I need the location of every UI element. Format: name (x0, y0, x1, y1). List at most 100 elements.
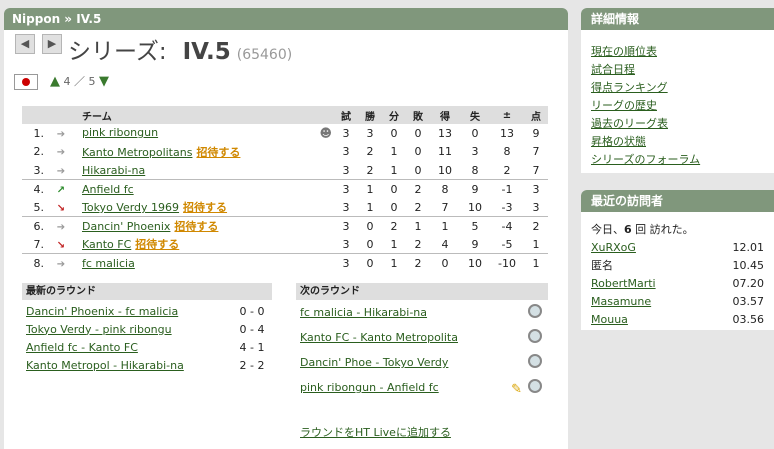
stat-w: 2 (366, 163, 374, 177)
invite-link[interactable]: 招待する (174, 220, 218, 233)
match-link[interactable]: Kanto FC - Kanto Metropolita (300, 331, 458, 344)
details-link[interactable]: リーグの歴史 (591, 99, 657, 112)
match-link[interactable]: Kanto Metropol - Hikarabi-na (26, 359, 184, 372)
details-link[interactable]: 試合日程 (591, 63, 635, 76)
magnifier-icon[interactable] (528, 329, 542, 343)
stat-d: 0 (390, 200, 398, 214)
match-link[interactable]: Tokyo Verdy - pink ribongu (26, 323, 172, 336)
next-match-row: Dancin' Phoe - Tokyo Verdy (296, 350, 548, 375)
visitor-row: Masamune 03.57 (581, 292, 774, 310)
details-link[interactable]: 昇格の状態 (591, 135, 646, 148)
col-won: 勝 (358, 106, 382, 124)
level-up-icon[interactable]: ▲ (50, 74, 60, 89)
stat-gf: 1 (430, 216, 460, 235)
latest-match-row: Dancin' Phoenix - fc malicia 0 - 0 (22, 302, 272, 320)
position: 8. (22, 253, 46, 272)
latest-match-row: Tokyo Verdy - pink ribongu 0 - 4 (22, 320, 272, 338)
match-link[interactable]: Dancin' Phoe - Tokyo Verdy (300, 356, 448, 369)
add-round-to-ht-live-link[interactable]: ラウンドをHT Liveに追加する (300, 426, 451, 439)
next-series-button[interactable]: ▶ (42, 34, 62, 54)
col-played: 試 (334, 106, 358, 124)
invite-link[interactable]: 招待する (196, 146, 240, 159)
details-link[interactable]: シリーズのフォーラム (591, 153, 700, 166)
stat-w: 2 (366, 145, 374, 159)
team-link[interactable]: Kanto FC (82, 238, 131, 251)
stat-gf: 0 (430, 253, 460, 272)
stat-p: 3 (342, 163, 350, 177)
visitors-title: 最近の訪問者 (581, 190, 774, 212)
stat-gf: 4 (441, 237, 449, 251)
match-link[interactable]: Dancin' Phoenix - fc malicia (26, 305, 178, 318)
stat-d: 1 (390, 163, 398, 177)
stat-pts: 7 (532, 145, 540, 159)
stat-l: 2 (414, 200, 422, 214)
visit-time: 03.56 (732, 312, 765, 326)
latest-match-row: Kanto Metropol - Hikarabi-na 2 - 2 (22, 356, 272, 374)
team-link[interactable]: fc malicia (82, 257, 135, 270)
col-team: チーム (76, 106, 334, 124)
invite-link[interactable]: 招待する (183, 201, 227, 214)
details-link[interactable]: 得点ランキング (591, 81, 668, 94)
stat-pts: 9 (532, 126, 540, 140)
trend-same-icon: ➔ (56, 128, 66, 140)
stat-ga: 0 (471, 126, 479, 140)
team-link[interactable]: Kanto Metropolitans (82, 146, 192, 159)
magnifier-icon[interactable] (528, 354, 542, 368)
trend-up-icon: ↗ (56, 184, 66, 196)
stat-l: 0 (414, 126, 422, 140)
visitor-name[interactable]: RobertMarti (591, 277, 656, 290)
add-supporter-icon[interactable]: ☻ (319, 126, 332, 140)
stat-diff: -1 (490, 179, 524, 198)
stat-pts: 3 (532, 200, 540, 214)
japan-flag-icon[interactable] (14, 74, 38, 90)
team-link[interactable]: pink ribongun (82, 126, 158, 139)
stat-d: 1 (390, 145, 398, 159)
position: 7. (33, 237, 45, 251)
page-title: シリーズ: IV.5 (65460) (68, 32, 292, 66)
level-down-icon[interactable]: ▼ (99, 74, 109, 89)
details-title: 詳細情報 (581, 8, 774, 30)
match-link[interactable]: pink ribongun - Anfield fc (300, 381, 439, 394)
invite-link[interactable]: 招待する (135, 238, 179, 251)
stat-ga: 8 (471, 163, 479, 177)
stat-l: 0 (414, 145, 422, 159)
trend-down-icon: ↘ (56, 239, 66, 251)
previous-series-button[interactable]: ◀ (15, 34, 35, 54)
stat-l: 2 (406, 179, 430, 198)
pencil-icon[interactable]: ✎ (511, 382, 522, 397)
table-row: 8. ➔ fc malicia 3 0 1 2 0 10 -10 1 (22, 253, 548, 272)
team-link[interactable]: Tokyo Verdy 1969 (82, 201, 179, 214)
stat-w: 1 (358, 179, 382, 198)
details-link[interactable]: 過去のリーグ表 (591, 117, 668, 130)
trend-same-icon: ➔ (56, 221, 66, 233)
stat-ga: 10 (460, 253, 490, 272)
visit-time: 12.01 (732, 240, 765, 254)
match-link[interactable]: fc malicia - Hikarabi-na (300, 306, 427, 319)
visitor-name[interactable]: Masamune (591, 295, 651, 308)
trend-same-icon: ➔ (56, 165, 66, 177)
team-link[interactable]: Dancin' Phoenix (82, 220, 170, 233)
stat-gf: 10 (438, 163, 452, 177)
stat-pts: 7 (532, 163, 540, 177)
col-drawn: 分 (382, 106, 406, 124)
team-link[interactable]: Hikarabi-na (82, 164, 145, 177)
stat-l: 1 (406, 216, 430, 235)
visit-time: 03.57 (732, 294, 765, 308)
match-link[interactable]: Anfield fc - Kanto FC (26, 341, 138, 354)
stat-diff: -3 (501, 200, 513, 214)
stat-diff: -5 (501, 237, 513, 251)
details-link[interactable]: 現在の順位表 (591, 45, 657, 58)
team-link[interactable]: Anfield fc (82, 183, 134, 196)
table-row: 2. ➔ Kanto Metropolitans 招待する 3 2 1 0 11 3 8 7 (22, 143, 548, 162)
table-row: 4. ↗ Anfield fc 3 1 0 2 8 9 -1 3 (22, 179, 548, 198)
col-goals-against: 失 (460, 106, 490, 124)
magnifier-icon[interactable] (528, 304, 542, 318)
stat-d: 1 (390, 237, 398, 251)
stat-d: 1 (382, 253, 406, 272)
position: 4. (22, 179, 46, 198)
visitor-name[interactable]: Mouua (591, 313, 628, 326)
breadcrumb[interactable]: Nippon » IV.5 (4, 8, 568, 30)
stat-ga: 10 (468, 200, 482, 214)
visitor-name[interactable]: XuRXoG (591, 241, 636, 254)
magnifier-icon[interactable] (528, 378, 542, 393)
